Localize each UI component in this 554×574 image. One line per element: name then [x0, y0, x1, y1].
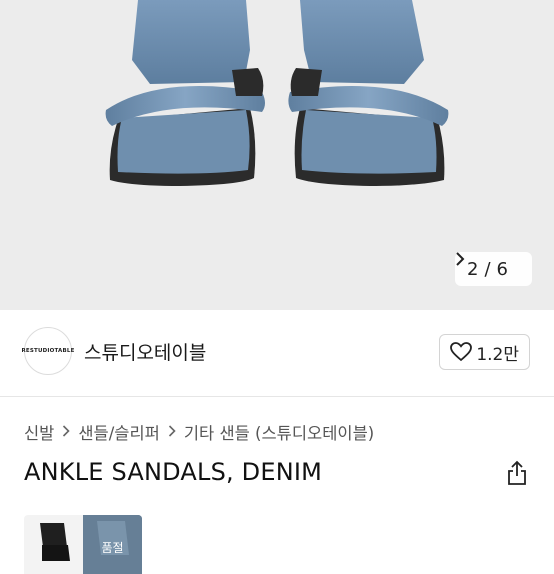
store-name[interactable]: 스튜디오테이블: [84, 338, 206, 365]
color-options: 품절: [24, 515, 142, 574]
share-icon[interactable]: [506, 460, 528, 490]
pager-current: 2: [467, 258, 479, 280]
color-option-black[interactable]: [24, 515, 83, 574]
heart-outline-icon: [450, 342, 473, 362]
pager-separator: /: [484, 258, 491, 280]
pager-total: 6: [496, 258, 508, 280]
breadcrumb-item-shoes[interactable]: 신발: [24, 420, 54, 444]
sold-out-badge: 품절: [101, 541, 124, 555]
color-option-denim[interactable]: 품절: [83, 515, 142, 574]
store-logo[interactable]: RESTUDIOTABLE: [21, 327, 75, 375]
product-title: ANKLE SANDALS, DENIM: [24, 458, 323, 486]
store-row: RESTUDIOTABLE 스튜디오테이블 1.2만: [0, 310, 554, 397]
image-pager[interactable]: 2 / 6: [455, 252, 532, 286]
breadcrumb-item-other-sandals[interactable]: 기타 샌들 (스튜디오테이블): [184, 420, 374, 444]
breadcrumb: 신발 샌들/슬리퍼 기타 샌들 (스튜디오테이블): [24, 420, 374, 444]
chevron-right-icon: [168, 423, 176, 441]
like-count: 1.2만: [476, 344, 519, 365]
product-image-carousel[interactable]: 2 / 6: [0, 0, 554, 310]
store-like-button[interactable]: 1.2만: [439, 334, 530, 370]
chevron-right-icon: [62, 423, 71, 441]
breadcrumb-item-sandals[interactable]: 샌들/슬리퍼: [78, 420, 159, 444]
store-logo-text: RESTUDIOTABLE: [21, 348, 75, 354]
